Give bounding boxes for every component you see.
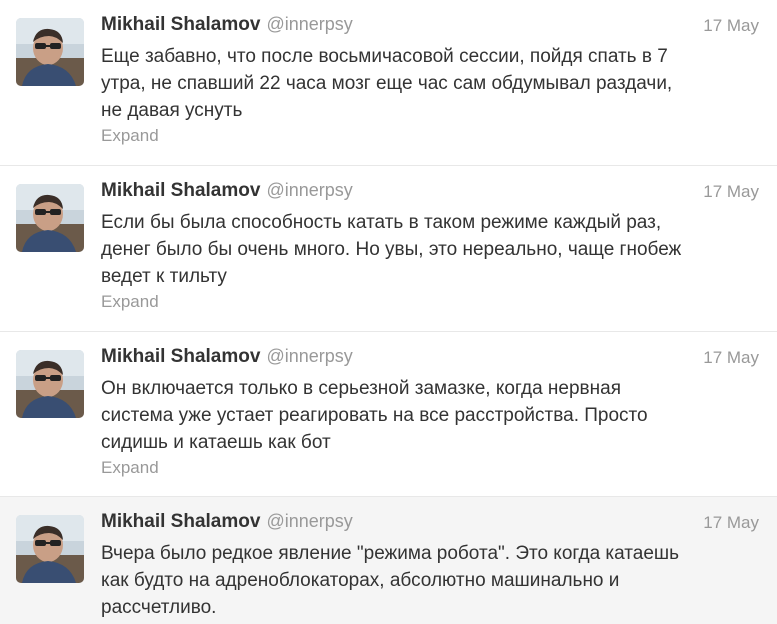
tweet-item[interactable]: Mikhail Shalamov @innerpsy 17 May Вчера б… [0,497,777,624]
tweet-text: Если бы была способность катать в таком … [101,212,682,287]
tweet-date[interactable]: 17 May [703,348,759,368]
author-handle[interactable]: @innerpsy [266,346,352,366]
author-name[interactable]: Mikhail Shalamov [101,511,260,532]
tweet-text: Еще забавно, что после восьмичасовой сес… [101,46,673,121]
author-name[interactable]: Mikhail Shalamov [101,346,260,367]
tweet-item[interactable]: Mikhail Shalamov @innerpsy 17 May Он вклю… [0,332,777,497]
expand-link[interactable]: Expand [101,126,159,146]
tweet-header: Mikhail Shalamov @innerpsy 17 May [101,14,759,42]
tweet-item[interactable]: Mikhail Shalamov @innerpsy 17 May Еще заб… [0,0,777,166]
author-handle[interactable]: @innerpsy [266,180,352,200]
author-handle[interactable]: @innerpsy [266,511,352,531]
user-avatar-icon[interactable] [16,515,84,583]
author-handle[interactable]: @innerpsy [266,14,352,34]
tweet-header: Mikhail Shalamov @innerpsy 17 May [101,180,759,208]
tweet-date[interactable]: 17 May [703,513,759,533]
tweet-header: Mikhail Shalamov @innerpsy 17 May [101,346,759,374]
user-avatar-icon[interactable] [16,18,84,86]
tweet-header: Mikhail Shalamov @innerpsy 17 May [101,511,759,539]
tweet-date[interactable]: 17 May [703,16,759,36]
author-name[interactable]: Mikhail Shalamov [101,180,260,201]
tweet-text: Вчера было редкое явление "режима робота… [101,543,680,618]
tweet-date[interactable]: 17 May [703,182,759,202]
tweet-item[interactable]: Mikhail Shalamov @innerpsy 17 May Если бы… [0,166,777,332]
expand-link[interactable]: Expand [101,458,159,478]
author-name[interactable]: Mikhail Shalamov [101,14,260,35]
tweet-text: Он включается только в серьезной замазке… [101,378,648,453]
expand-link[interactable]: Expand [101,292,159,312]
user-avatar-icon[interactable] [16,350,84,418]
tweet-timeline: Mikhail Shalamov @innerpsy 17 May Еще заб… [0,0,777,624]
user-avatar-icon[interactable] [16,184,84,252]
